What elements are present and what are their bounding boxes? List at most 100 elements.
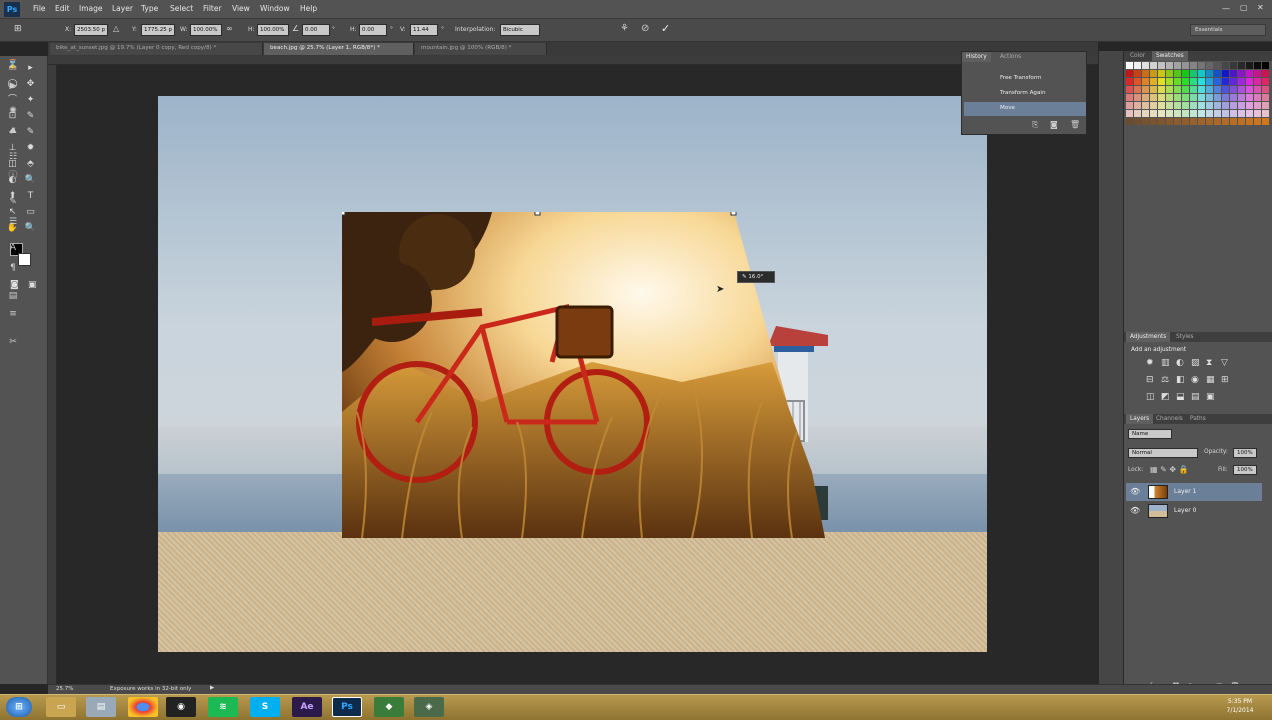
color-swatch[interactable]	[1158, 78, 1165, 85]
color-swatch[interactable]	[1254, 62, 1261, 69]
screen-mode-icon[interactable]: ▣	[28, 280, 37, 290]
adjustment-icon[interactable]: ⊞	[1221, 375, 1229, 385]
adjustment-icon[interactable]: ▨	[1191, 358, 1200, 368]
layer-row[interactable]: 👁 Layer 1	[1126, 483, 1262, 501]
close-icon[interactable]: ✕	[1257, 3, 1264, 12]
color-swatch[interactable]	[1174, 78, 1181, 85]
color-swatch[interactable]	[1214, 118, 1221, 125]
color-swatch[interactable]	[1246, 118, 1253, 125]
app-icon[interactable]: ◈	[414, 697, 444, 717]
adjustment-icon[interactable]: ◧	[1176, 375, 1185, 385]
color-swatch[interactable]	[1222, 118, 1229, 125]
color-swatch[interactable]	[1230, 118, 1237, 125]
snapshot-icon[interactable]: ◙	[1050, 120, 1058, 129]
photoshop-taskbar-icon[interactable]: Ps	[332, 697, 362, 717]
color-swatch[interactable]	[1166, 86, 1173, 93]
info-icon[interactable]: ⓘ	[6, 170, 20, 182]
color-swatch[interactable]	[1214, 110, 1221, 117]
color-swatch[interactable]	[1198, 110, 1205, 117]
color-swatch[interactable]	[1230, 62, 1237, 69]
color-swatch[interactable]	[1150, 70, 1157, 77]
tab-bike-at-sunset[interactable]: bike_at_sunset.jpg @ 19.7% (Layer 0 copy…	[50, 43, 263, 55]
color-swatch[interactable]	[1142, 94, 1149, 101]
color-swatch[interactable]	[1238, 110, 1245, 117]
adjustment-icon[interactable]: ⬓	[1176, 392, 1185, 402]
minimize-icon[interactable]: —	[1222, 4, 1230, 13]
color-swatch[interactable]	[1246, 78, 1253, 85]
color-swatch[interactable]	[1150, 78, 1157, 85]
tab-paths[interactable]: Paths	[1186, 414, 1210, 424]
color-swatch[interactable]	[1238, 78, 1245, 85]
fill-field[interactable]: 100%	[1233, 465, 1257, 475]
color-swatch[interactable]	[1134, 110, 1141, 117]
system-clock[interactable]: 5:35 PM 7/1/2014	[1220, 697, 1260, 715]
color-swatch[interactable]	[1222, 94, 1229, 101]
chain-icon[interactable]: ∞	[226, 24, 233, 33]
clone-source-icon[interactable]: ⛰	[6, 125, 20, 137]
horizontal-skew-field[interactable]: 0.00	[359, 24, 387, 36]
color-swatch[interactable]	[1206, 102, 1213, 109]
color-swatch[interactable]	[1262, 102, 1269, 109]
color-swatch[interactable]	[1126, 70, 1133, 77]
color-swatch[interactable]	[1198, 118, 1205, 125]
adjustment-icon[interactable]: ⚖	[1161, 375, 1169, 385]
color-swatch[interactable]	[1262, 62, 1269, 69]
menu-view[interactable]: View	[232, 4, 250, 13]
color-swatch[interactable]	[1230, 70, 1237, 77]
maximize-icon[interactable]: ▢	[1240, 3, 1248, 12]
color-swatch[interactable]	[1246, 110, 1253, 117]
warp-icon[interactable]: ⚘	[620, 23, 629, 34]
color-swatch[interactable]	[1174, 70, 1181, 77]
x-field[interactable]: 2503.50 p	[74, 24, 108, 36]
tab-actions[interactable]: Actions	[996, 52, 1025, 62]
angle-field[interactable]: 0.00	[302, 24, 330, 36]
lock-pixels-icon[interactable]: ▦ ✎ ✥ 🔒	[1150, 465, 1189, 474]
menu-filter[interactable]: Filter	[203, 4, 222, 13]
paragraph-icon[interactable]: ¶	[6, 262, 20, 274]
color-swatch[interactable]	[1182, 102, 1189, 109]
color-swatch[interactable]	[1214, 102, 1221, 109]
link-icon[interactable]: △	[113, 24, 119, 33]
color-swatch[interactable]	[1150, 102, 1157, 109]
tool-button[interactable]: T	[24, 190, 37, 202]
color-swatch[interactable]	[1142, 102, 1149, 109]
color-swatch[interactable]	[1142, 110, 1149, 117]
brush-icon[interactable]: ✎	[6, 196, 20, 208]
color-swatch[interactable]	[1198, 94, 1205, 101]
color-swatch[interactable]	[1142, 62, 1149, 69]
color-swatch[interactable]	[1246, 94, 1253, 101]
color-swatch[interactable]	[1190, 110, 1197, 117]
color-swatch[interactable]	[1142, 70, 1149, 77]
notes-icon[interactable]: ▤	[6, 290, 20, 302]
swatch-grid[interactable]	[1126, 62, 1269, 130]
color-swatch[interactable]	[1182, 62, 1189, 69]
adjustment-icon[interactable]: ◐	[1176, 358, 1184, 368]
adjustment-icon[interactable]: ▣	[1206, 392, 1215, 402]
color-swatch[interactable]	[1254, 118, 1261, 125]
color-swatch[interactable]	[1166, 118, 1173, 125]
color-swatch[interactable]	[1246, 86, 1253, 93]
tab-beach[interactable]: beach.jpg @ 25.7% (Layer 1, RGB/8*) *	[264, 43, 414, 55]
color-swatch[interactable]	[1166, 62, 1173, 69]
color-swatch[interactable]	[1150, 94, 1157, 101]
color-swatch[interactable]	[1142, 78, 1149, 85]
menu-image[interactable]: Image	[79, 4, 103, 13]
transformed-layer-bike[interactable]	[342, 212, 827, 540]
history-icon[interactable]: ⌛	[6, 59, 20, 71]
color-swatch[interactable]	[1150, 62, 1157, 69]
visibility-eye-icon[interactable]: 👁	[1130, 487, 1140, 496]
color-swatch[interactable]	[1190, 118, 1197, 125]
color-swatch[interactable]	[1190, 78, 1197, 85]
skype-icon[interactable]: S	[250, 697, 280, 717]
tab-color[interactable]: Color	[1126, 51, 1149, 61]
color-swatch[interactable]	[1142, 118, 1149, 125]
color-swatch[interactable]	[1174, 118, 1181, 125]
color-swatch[interactable]	[1238, 86, 1245, 93]
color-swatch[interactable]	[1174, 94, 1181, 101]
color-swatch[interactable]	[1174, 102, 1181, 109]
tool-presets-icon[interactable]: ☰	[6, 216, 20, 228]
workspace-select[interactable]: Essentials	[1190, 24, 1266, 36]
adjustment-icon[interactable]: ◫	[1146, 392, 1155, 402]
color-swatch[interactable]	[1222, 86, 1229, 93]
quick-mask-icon[interactable]: ◙	[10, 280, 19, 290]
